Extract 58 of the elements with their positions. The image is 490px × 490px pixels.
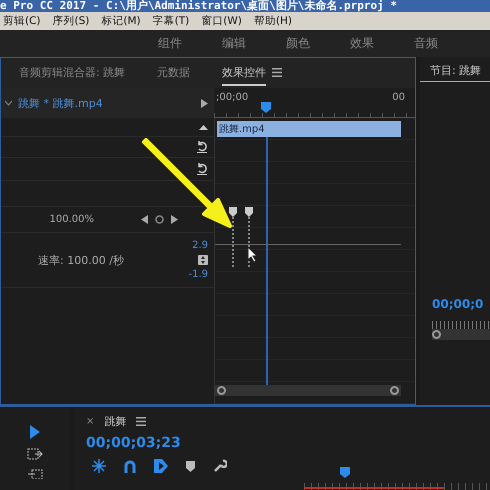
timecode[interactable]: 00;00;03;23	[86, 435, 490, 451]
close-button[interactable]: ×	[86, 416, 94, 426]
scroll-bar[interactable]	[432, 329, 490, 340]
scroll-handle-icon[interactable]	[432, 330, 441, 339]
selection-tool-icon[interactable]	[30, 425, 40, 439]
panel-tab[interactable]: 跳舞	[104, 414, 126, 428]
wrench-icon[interactable]	[213, 459, 227, 473]
property-value[interactable]: 100.00%	[50, 214, 94, 225]
reset-icon[interactable]	[196, 141, 208, 153]
cursor-icon	[247, 246, 258, 263]
time-ruler	[432, 321, 490, 329]
linked-selection-icon[interactable]	[154, 459, 168, 473]
magnet-icon[interactable]	[124, 460, 136, 472]
menu-item[interactable]: 窗口(W)	[201, 14, 242, 28]
clip-path: 跳舞 * 跳舞.mp4	[18, 96, 104, 110]
clip-bar[interactable]: 跳舞.mp4	[217, 121, 401, 137]
playhead-icon[interactable]	[261, 102, 271, 113]
scroll-handle-icon[interactable]	[217, 386, 226, 395]
workspace-tab[interactable]: 编辑	[222, 35, 246, 52]
keyframe-marker[interactable]	[229, 207, 237, 269]
ripple-tool-icon[interactable]	[27, 469, 43, 479]
collapse-icon[interactable]	[199, 124, 208, 130]
timecode[interactable]: 00;00;0	[420, 287, 490, 311]
next-keyframe-icon[interactable]	[171, 215, 178, 224]
scroll-bar[interactable]	[215, 385, 401, 396]
menu-item[interactable]: 序列(S)	[52, 14, 90, 28]
menu-item[interactable]: 标记(M)	[101, 14, 141, 28]
workspace-tab[interactable]: 效果	[350, 35, 374, 52]
scroll-handle-icon[interactable]	[390, 386, 399, 395]
previous-keyframe-icon[interactable]	[141, 215, 148, 224]
chevron-icon[interactable]	[5, 100, 12, 106]
adjust-icon[interactable]	[198, 255, 208, 265]
nest-icon[interactable]	[92, 459, 106, 473]
play-icon[interactable]	[201, 98, 208, 108]
keyframe-marker[interactable]	[245, 207, 253, 269]
ruler-label: 00	[392, 92, 405, 103]
panel-tab[interactable]: 元数据	[157, 60, 190, 86]
ruler-label: ;00;00	[216, 92, 248, 103]
workspace-tab[interactable]: 组件	[158, 35, 182, 52]
speed-label: 速率: 100.00 /秒	[38, 252, 124, 268]
menu-item[interactable]: 字幕(T)	[152, 14, 190, 28]
marker-icon[interactable]	[186, 460, 195, 472]
track-select-tool-icon[interactable]	[27, 448, 43, 460]
menu-item[interactable]: 帮助(H)	[254, 14, 292, 28]
playhead-icon[interactable]	[340, 467, 350, 478]
add-keyframe-icon[interactable]	[155, 215, 164, 224]
reset-icon[interactable]	[196, 163, 208, 175]
panel-tab[interactable]: 效果控件	[222, 60, 266, 86]
graph-min: -1.9	[188, 269, 208, 280]
panel-tab[interactable]: 节目: 跳舞	[420, 57, 490, 82]
workspace-tab[interactable]: 音频	[414, 35, 438, 52]
clip-label: 跳舞.mp4	[218, 122, 265, 136]
graph-max: 2.9	[192, 240, 208, 251]
menu-icon[interactable]	[272, 68, 282, 76]
menu-item[interactable]: 剪辑(C)	[3, 14, 41, 28]
panel-tab[interactable]: 音频剪辑混合器: 跳舞	[19, 60, 126, 86]
workspace-tab[interactable]: 颜色	[286, 35, 310, 52]
menu-icon[interactable]	[136, 416, 146, 426]
